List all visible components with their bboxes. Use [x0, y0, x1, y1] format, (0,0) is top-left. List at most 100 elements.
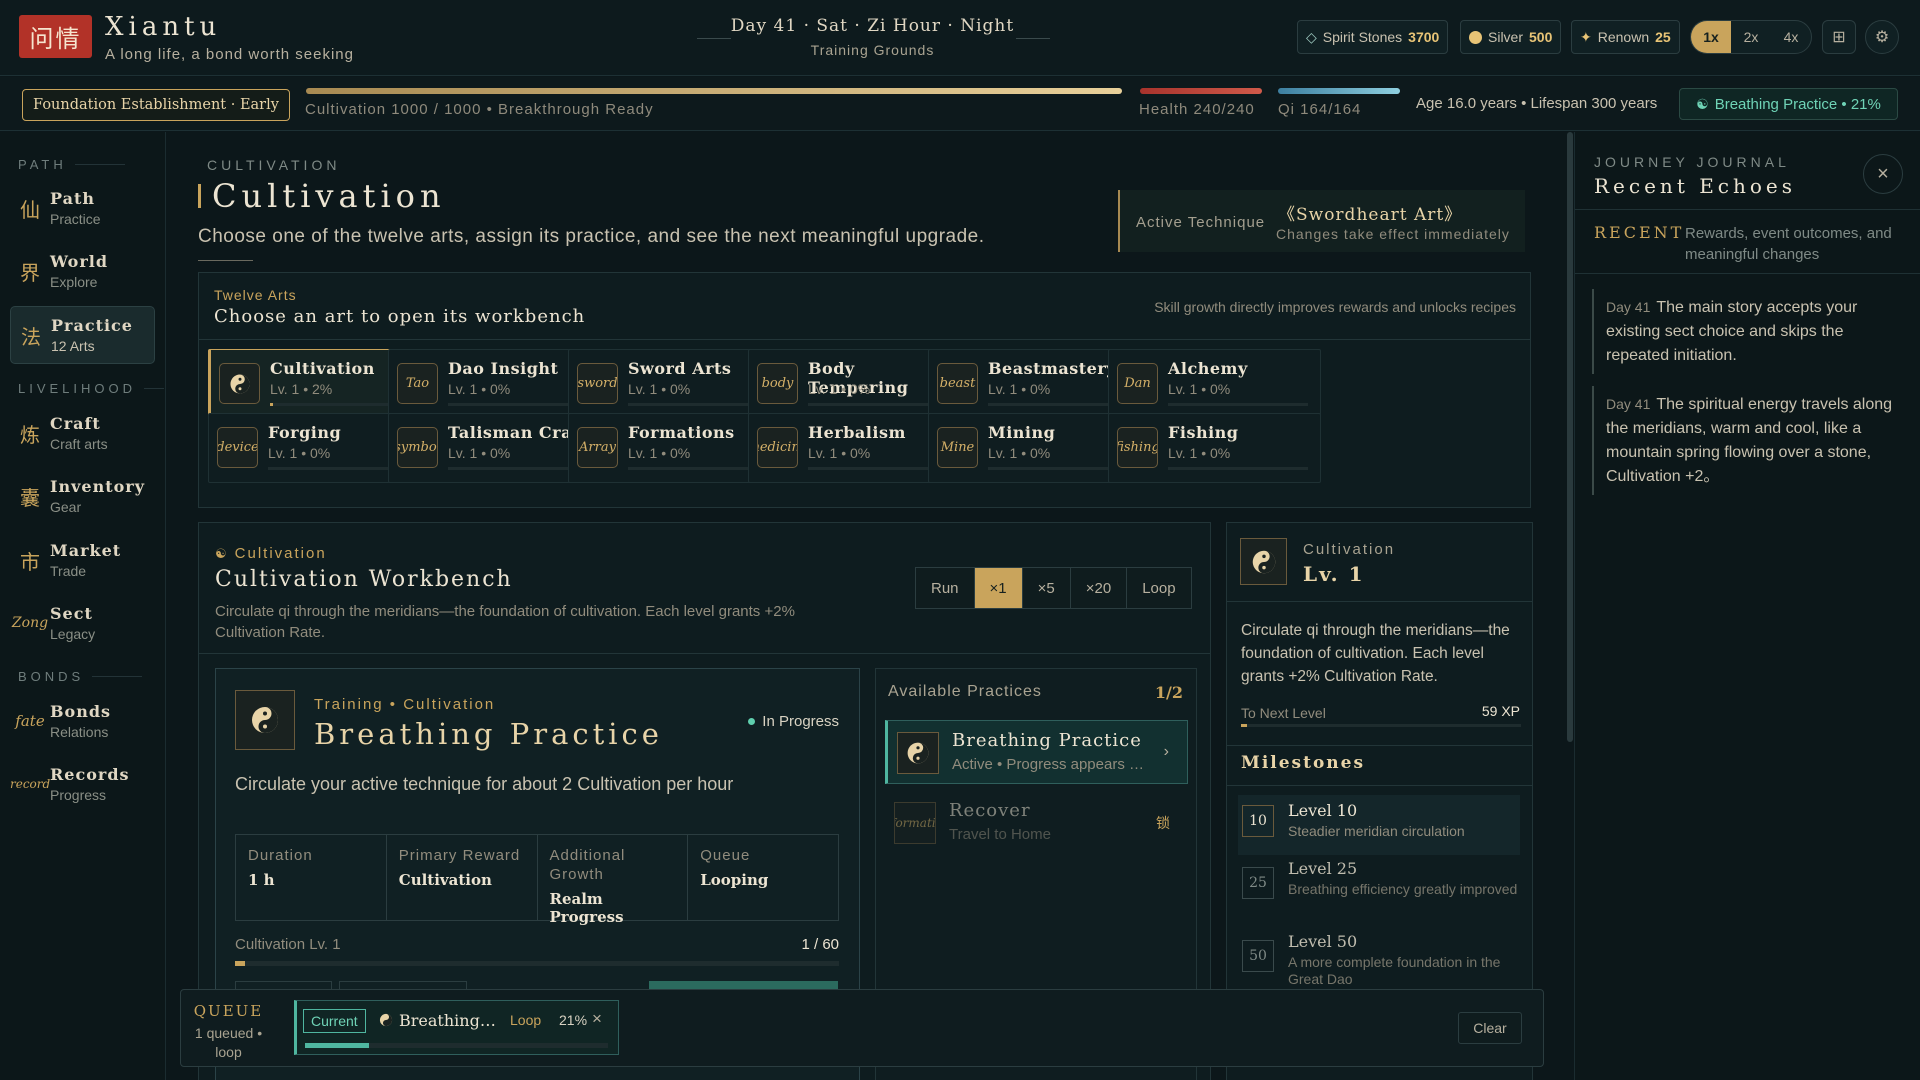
art-level: Lv. 1 • 0%	[808, 445, 871, 461]
practice-recover[interactable]: information Recover Travel to Home 锁	[885, 791, 1188, 855]
queue-progress-bar	[305, 1043, 608, 1048]
nav-records[interactable]: record Records Progress	[10, 755, 155, 813]
fishing-icon: fishing	[1117, 427, 1158, 468]
inventory-icon: 囊	[20, 485, 40, 510]
remove-queue-item-button[interactable]: ×	[592, 1009, 602, 1029]
resource-value: 500	[1529, 29, 1553, 45]
speed-1x-button[interactable]: 1x	[1691, 21, 1731, 53]
next-level-value: 59 XP	[1481, 703, 1520, 719]
queue-item[interactable]: Current Breathing Practice Loop 21% ×	[294, 1000, 619, 1055]
art-name: Mining	[988, 423, 1056, 442]
yin-yang-icon	[379, 1013, 393, 1032]
layout-icon: ⊞	[1832, 29, 1846, 46]
resource-label: Silver	[1488, 29, 1524, 45]
divider	[198, 260, 253, 261]
art-card-alchemy[interactable]: Dan Alchemy Lv. 1 • 0%	[1108, 349, 1321, 419]
active-technique-name: 《Swordheart Art》	[1278, 205, 1463, 225]
event-day: Day 41	[1606, 396, 1651, 412]
close-journal-button[interactable]: ×	[1863, 154, 1903, 194]
nav-craft[interactable]: 炼 Craft Craft arts	[10, 404, 155, 462]
milestone-desc: A more complete foundation in the Great …	[1288, 954, 1501, 987]
practice-sub: Active • Progress appears here	[952, 756, 1152, 773]
next-level-bar	[1241, 724, 1521, 727]
art-name: Cultivation	[270, 359, 375, 378]
run-x1-button[interactable]: ×1	[974, 568, 1023, 608]
nav-sublabel: Progress	[50, 787, 107, 803]
bonds-icon: fate	[15, 712, 45, 730]
active-practice-badge[interactable]: ☯ Breathing Practice • 21%	[1679, 88, 1898, 120]
milestone-level: 25	[1242, 867, 1274, 899]
stat-value: Realm Progress	[549, 890, 624, 926]
art-progress-bar	[988, 467, 1128, 470]
diamond-icon: ◇	[1306, 28, 1317, 45]
cultivation-bar-fill	[306, 88, 1122, 94]
event-day: Day 41	[1606, 299, 1651, 315]
speed-2x-button[interactable]: 2x	[1731, 21, 1771, 53]
next-level-bar-fill	[1241, 724, 1247, 727]
art-progress-fill	[270, 403, 273, 406]
practice-icon: 法	[21, 324, 41, 349]
run-x20-button[interactable]: ×20	[1071, 568, 1128, 608]
nav-world[interactable]: 界 World Explore	[10, 242, 155, 300]
title-marker	[198, 184, 201, 208]
nav-path[interactable]: 仙 Path Practice	[10, 179, 155, 237]
journal-kicker: JOURNEY JOURNAL	[1594, 154, 1790, 170]
practice-name: Recover	[949, 800, 1031, 821]
health-bar	[1140, 88, 1262, 94]
nav-label: Path	[50, 189, 95, 208]
scrollbar[interactable]	[1567, 132, 1573, 742]
divider	[1575, 273, 1920, 274]
nav-practice[interactable]: 法 Practice 12 Arts	[10, 306, 155, 364]
status-bar: Foundation Establishment · Early Cultiva…	[0, 77, 1920, 131]
art-progress-bar	[268, 467, 408, 470]
progress-bar	[235, 961, 839, 966]
art-level: Lv. 1 • 0%	[268, 445, 331, 461]
queue-item-progress: 21%	[559, 1012, 588, 1028]
clear-queue-button[interactable]: Clear	[1458, 1012, 1522, 1044]
information-icon: information	[894, 802, 936, 844]
app-subtitle: A long life, a bond worth seeking	[105, 46, 354, 63]
run-controls: Run ×1 ×5 ×20 Loop	[915, 567, 1192, 609]
art-progress-bar	[988, 403, 1128, 406]
nav-sect[interactable]: Zong Sect Legacy	[10, 594, 155, 652]
run-loop-button[interactable]: Loop	[1127, 568, 1190, 608]
arts-panel: Twelve Arts Choose an art to open its wo…	[198, 272, 1531, 508]
milestones-title: Milestones	[1241, 753, 1366, 773]
run-label: Run	[916, 568, 975, 608]
resource-label: Renown	[1597, 29, 1650, 45]
workbench-title: Cultivation Workbench	[215, 567, 513, 592]
art-name: Beastmastery	[988, 359, 1117, 378]
nav-bonds[interactable]: fate Bonds Relations	[10, 692, 155, 750]
art-card-fishing[interactable]: fishing Fishing Lv. 1 • 0%	[1108, 413, 1321, 483]
market-icon: 市	[20, 549, 40, 574]
path-icon: 仙	[20, 197, 40, 222]
current-location: Training Grounds	[810, 42, 935, 58]
settings-button[interactable]: ⚙	[1865, 20, 1899, 54]
Mine-icon: Mine	[937, 427, 978, 468]
milestone-level: 10	[1242, 805, 1274, 837]
divider	[1575, 209, 1920, 210]
active-technique-panel[interactable]: Active Technique 《Swordheart Art》 Change…	[1118, 190, 1525, 252]
art-name: Sword Arts	[628, 359, 732, 378]
art-level: Lv. 1 • 0%	[448, 445, 511, 461]
health-bar-fill	[1140, 88, 1262, 94]
milestone-item: 10 Level 10 Steadier meridian circulatio…	[1238, 795, 1520, 855]
run-x5-button[interactable]: ×5	[1023, 568, 1071, 608]
section-title: BONDS	[18, 669, 143, 684]
speed-4x-button[interactable]: 4x	[1771, 21, 1811, 53]
journal-event: Day 41 The spiritual energy travels along…	[1592, 386, 1906, 495]
nav-inventory[interactable]: 囊 Inventory Gear	[10, 467, 155, 525]
art-name: Talisman Craft	[448, 423, 588, 442]
nav-market[interactable]: 市 Market Trade	[10, 531, 155, 589]
practice-breathing[interactable]: Breathing Practice Active • Progress app…	[885, 720, 1188, 784]
stat-primary-reward: Primary Reward Cultivation	[387, 835, 538, 920]
art-level: Lv. 1 • 0%	[988, 381, 1051, 397]
recent-description: Rewards, event outcomes, and meaningful …	[1685, 225, 1892, 263]
art-progress-bar	[808, 403, 948, 406]
layout-button[interactable]: ⊞	[1822, 20, 1856, 54]
renown-counter: ✦ Renown 25	[1571, 20, 1680, 54]
yin-yang-icon: ☯	[215, 545, 229, 561]
divider	[199, 339, 1530, 340]
page-kicker: CULTIVATION	[207, 157, 341, 173]
divider	[199, 653, 1210, 654]
